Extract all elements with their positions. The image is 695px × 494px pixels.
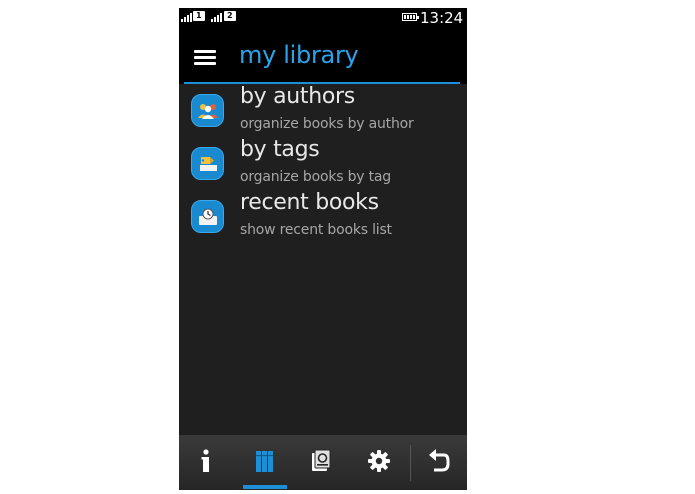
recent-books-icon	[191, 200, 224, 233]
back-icon	[428, 449, 450, 477]
info-button[interactable]	[184, 435, 228, 490]
page-title: my library	[239, 41, 359, 69]
status-bar: 1 2 13:24	[179, 8, 467, 30]
menu-item-subtitle: organize books by tag	[240, 169, 391, 185]
clock: 13:24	[420, 9, 464, 27]
catalog-button[interactable]	[299, 435, 343, 490]
battery-icon	[402, 13, 419, 21]
menu-icon[interactable]	[194, 50, 216, 66]
sim2-badge: 2	[224, 11, 236, 21]
active-tab-indicator	[243, 485, 287, 489]
menu-item-title: by authors	[240, 84, 355, 109]
app-header: my library	[179, 30, 467, 84]
sim1-badge: 1	[193, 11, 205, 21]
phone-screen: 1 2 13:24 my library by authors organize	[179, 8, 467, 490]
people-icon	[191, 94, 224, 127]
catalog-icon	[310, 449, 332, 477]
settings-icon	[367, 449, 391, 477]
menu-item-title: recent books	[240, 190, 379, 215]
menu-item-title: by tags	[240, 137, 320, 162]
menu-item-recent-books[interactable]: recent books show recent books list	[179, 190, 467, 242]
menu-item-by-tags[interactable]: by tags organize books by tag	[179, 137, 467, 189]
signal-strength-icon	[181, 11, 192, 22]
tag-icon	[191, 147, 224, 180]
toolbar-separator	[410, 445, 411, 481]
info-icon	[201, 449, 211, 477]
menu-item-subtitle: organize books by author	[240, 116, 414, 132]
settings-button[interactable]	[357, 435, 401, 490]
back-button[interactable]	[417, 435, 461, 490]
signal-strength-2-icon	[211, 11, 222, 22]
menu-item-by-authors[interactable]: by authors organize books by author	[179, 84, 467, 136]
menu-item-subtitle: show recent books list	[240, 222, 392, 238]
library-icon	[255, 449, 275, 477]
bottom-toolbar	[179, 435, 467, 490]
library-button[interactable]	[243, 435, 287, 490]
